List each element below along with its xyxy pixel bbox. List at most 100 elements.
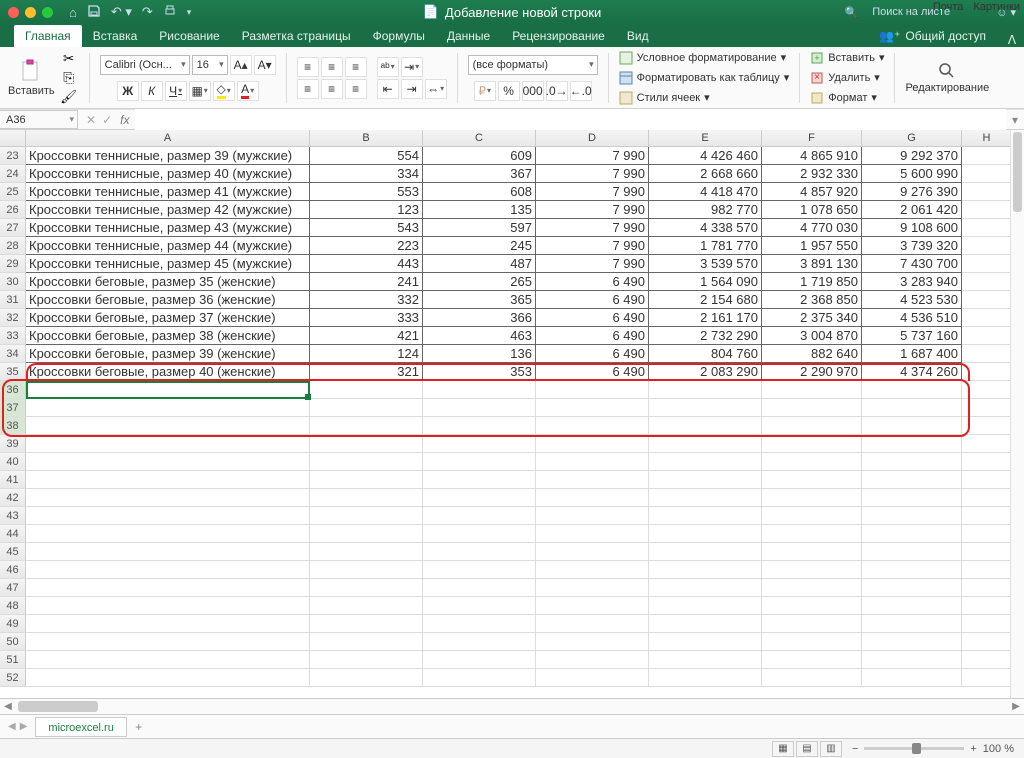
font-size-combo[interactable]: 16 [192,55,228,75]
fx-icon[interactable]: fx [120,113,135,127]
cell[interactable] [310,615,423,633]
cell[interactable]: 6 490 [536,309,649,327]
align-left-button[interactable]: ≡ [297,79,319,99]
browser-mail-link[interactable]: Почта [933,1,964,13]
cell[interactable] [26,525,310,543]
cell[interactable] [862,561,962,579]
cell[interactable] [962,273,1012,291]
row-header[interactable]: 44 [0,525,26,543]
row-header[interactable]: 38 [0,417,26,435]
save-icon[interactable] [87,4,101,21]
cell[interactable]: 2 290 970 [762,363,862,381]
cell[interactable] [962,363,1012,381]
col-header[interactable]: G [862,130,962,146]
cell[interactable] [962,579,1012,597]
col-header[interactable]: C [423,130,536,146]
sheet-tab[interactable]: microexcel.ru [35,717,126,737]
cell[interactable]: 7 430 700 [862,255,962,273]
formula-input[interactable] [135,109,1006,130]
cell-styles-button[interactable]: Стили ячеек ▾ [619,89,710,107]
tab-draw[interactable]: Рисование [148,25,230,47]
delete-cells-button[interactable]: ×Удалить ▾ [810,69,880,87]
share-button[interactable]: 👥⁺Общий доступ [865,25,1000,47]
cell[interactable] [762,435,862,453]
row-header[interactable]: 30 [0,273,26,291]
cell[interactable]: 1 078 650 [762,201,862,219]
cell[interactable] [762,651,862,669]
cell[interactable] [962,399,1012,417]
cell[interactable] [649,417,762,435]
view-normal-button[interactable]: ▦ [772,741,794,757]
spreadsheet-grid[interactable]: ABCDEFGH 23Кроссовки теннисные, размер 3… [0,130,1024,698]
cell[interactable] [26,633,310,651]
cell[interactable] [26,615,310,633]
cell[interactable]: 4 338 570 [649,219,762,237]
borders-button[interactable]: ▦ [189,81,211,101]
cell[interactable] [423,453,536,471]
cell[interactable]: 223 [310,237,423,255]
sheet-nav-prev[interactable]: ◀ [8,721,16,732]
cell[interactable] [962,561,1012,579]
cell[interactable]: 6 490 [536,363,649,381]
cell[interactable] [649,381,762,399]
cell[interactable] [310,633,423,651]
cell[interactable] [962,291,1012,309]
align-right-button[interactable]: ≡ [345,79,367,99]
cell[interactable]: 333 [310,309,423,327]
cell[interactable] [862,381,962,399]
cell[interactable] [26,453,310,471]
cell[interactable] [962,597,1012,615]
col-header[interactable]: F [762,130,862,146]
cell[interactable] [26,597,310,615]
cell[interactable] [962,435,1012,453]
col-header[interactable]: D [536,130,649,146]
cell[interactable] [423,381,536,399]
undo-icon[interactable]: ↶ ▾ [111,4,132,20]
cell[interactable] [423,633,536,651]
cell[interactable]: Кроссовки беговые, размер 38 (женские) [26,327,310,345]
cell[interactable] [536,579,649,597]
cell[interactable] [26,669,310,687]
cell[interactable]: 367 [423,165,536,183]
cell[interactable]: 4 770 030 [762,219,862,237]
cell[interactable] [423,669,536,687]
cell[interactable] [862,633,962,651]
row-header[interactable]: 35 [0,363,26,381]
cell[interactable] [762,561,862,579]
zoom-slider[interactable] [864,747,964,750]
bold-button[interactable]: Ж [117,81,139,101]
cell[interactable]: 321 [310,363,423,381]
cell[interactable] [423,507,536,525]
cell[interactable]: 4 418 470 [649,183,762,201]
font-color-button[interactable]: A [237,81,259,101]
cell[interactable]: 2 083 290 [649,363,762,381]
row-header[interactable]: 47 [0,579,26,597]
cell[interactable] [962,219,1012,237]
cell[interactable] [536,399,649,417]
cell[interactable] [862,417,962,435]
tab-home[interactable]: Главная [14,25,82,47]
cell[interactable] [762,543,862,561]
cell[interactable] [862,669,962,687]
cell[interactable]: 135 [423,201,536,219]
cell[interactable]: 4 426 460 [649,147,762,165]
cell[interactable] [762,669,862,687]
cell[interactable]: Кроссовки теннисные, размер 41 (мужские) [26,183,310,201]
cell[interactable] [962,525,1012,543]
cell[interactable] [536,507,649,525]
align-top-button[interactable]: ≡ [297,57,319,77]
cell[interactable] [962,417,1012,435]
cell[interactable]: 421 [310,327,423,345]
cell[interactable] [649,543,762,561]
cell[interactable] [26,561,310,579]
cell[interactable] [649,525,762,543]
cell[interactable] [26,399,310,417]
cell[interactable] [962,381,1012,399]
cell[interactable]: 597 [423,219,536,237]
cell[interactable]: 1 687 400 [862,345,962,363]
conditional-format-button[interactable]: Условное форматирование ▾ [619,49,786,67]
cut-button[interactable]: ✂ [59,51,79,67]
decrease-decimals-button[interactable]: ←.0 [570,81,592,101]
cell[interactable] [862,525,962,543]
cell[interactable]: 463 [423,327,536,345]
